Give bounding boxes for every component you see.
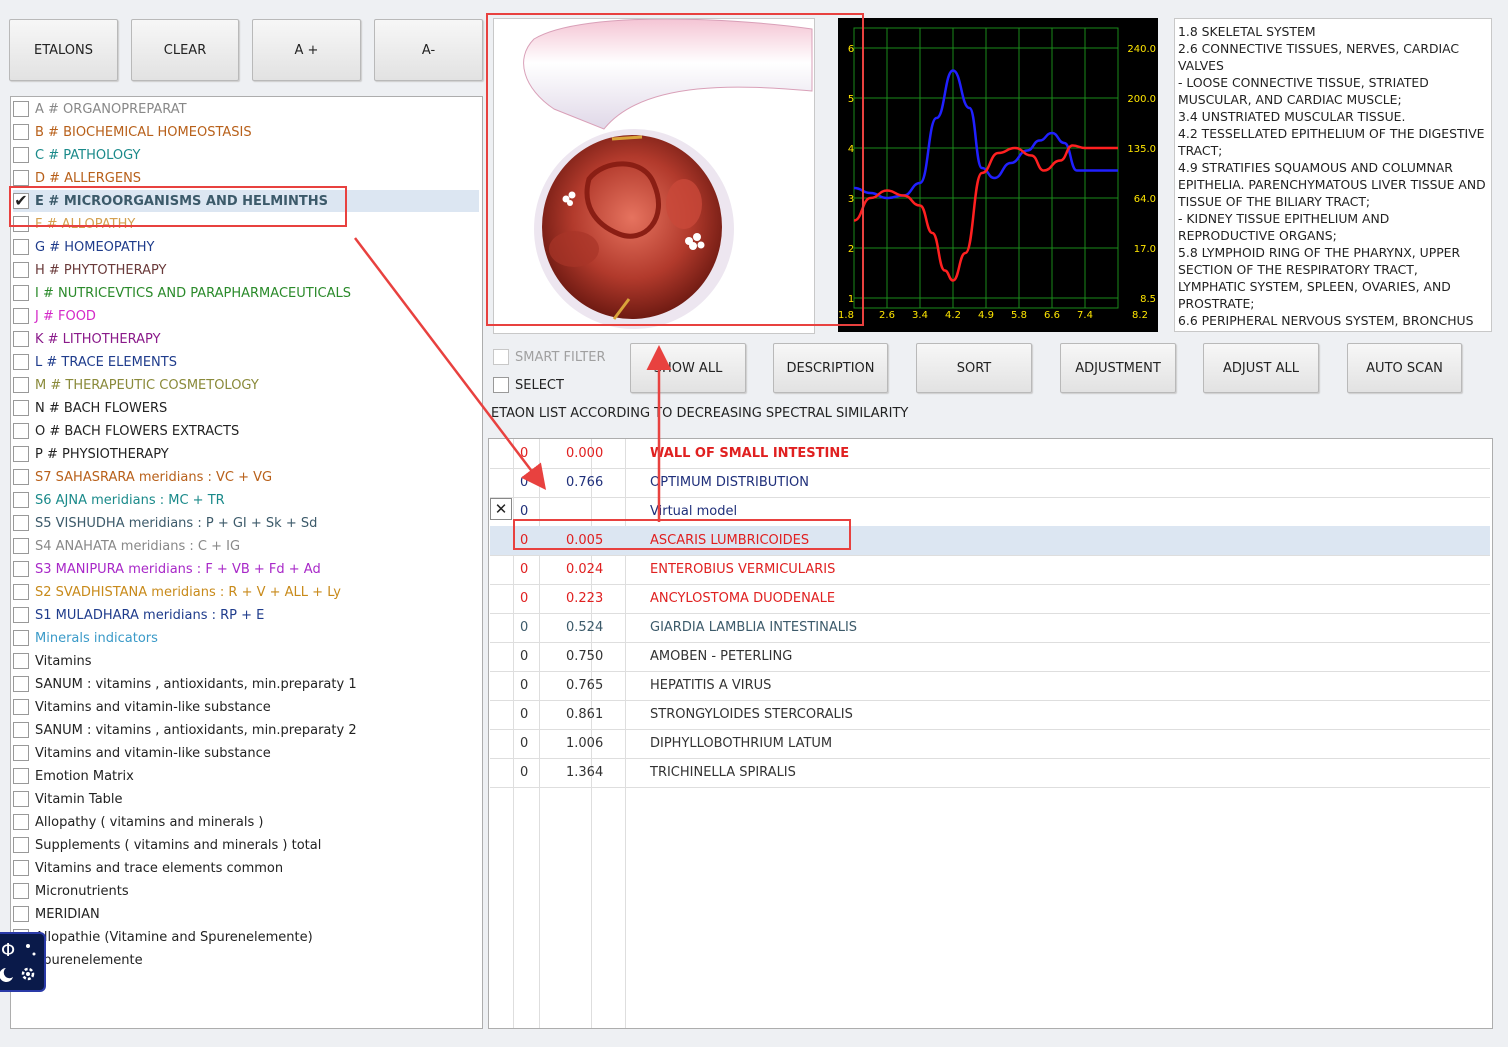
annotation-arrow [354, 237, 547, 490]
annotation-arrows [354, 237, 672, 522]
